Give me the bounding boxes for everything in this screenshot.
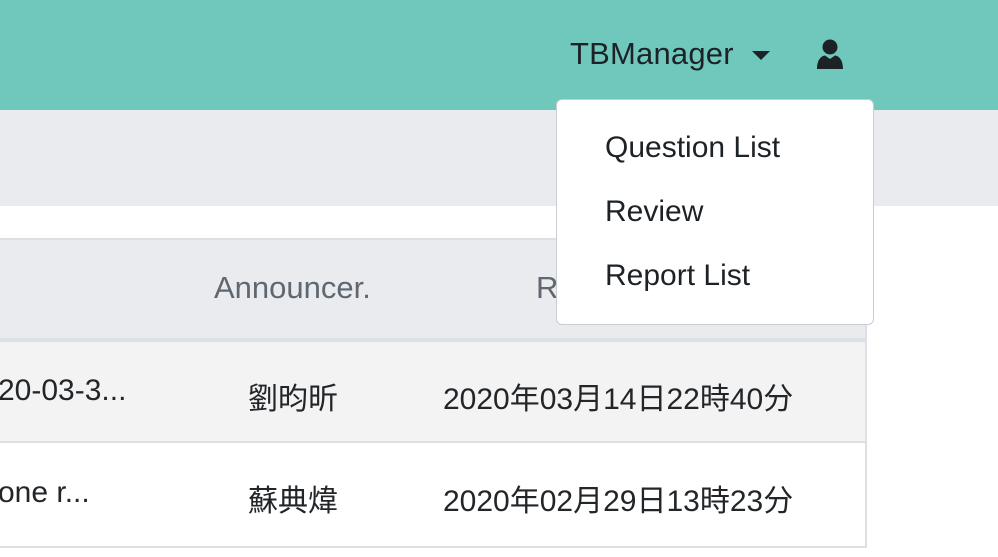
cell-announcer: 劉昀昕 bbox=[248, 383, 338, 416]
cell-title: 20-03-3... bbox=[0, 374, 127, 407]
table-row[interactable]: 20-03-3... 劉昀昕 2020年03月14日22時40分 bbox=[0, 342, 865, 443]
menu-item-report-list[interactable]: Report List bbox=[605, 259, 750, 293]
menu-item-question-list[interactable]: Question List bbox=[605, 131, 780, 165]
table-row[interactable]: one r... 蘇典煒 2020年02月29日13時23分 bbox=[0, 444, 865, 545]
caret-down-icon bbox=[751, 50, 770, 60]
cell-announcer: 蘇典煒 bbox=[248, 485, 338, 518]
cell-datetime: 2020年03月14日22時40分 bbox=[443, 383, 794, 416]
top-navbar: TBManager bbox=[0, 0, 998, 110]
user-icon[interactable] bbox=[816, 38, 844, 70]
column-header-announcer[interactable]: Announcer. bbox=[214, 270, 371, 306]
user-dropdown-menu: Question List Review Report List bbox=[556, 99, 874, 325]
cell-datetime: 2020年02月29日13時23分 bbox=[443, 485, 794, 518]
user-menu-label: TBManager bbox=[570, 36, 734, 71]
cell-title: one r... bbox=[0, 476, 90, 509]
user-menu-toggle[interactable]: TBManager bbox=[570, 32, 770, 76]
menu-item-review[interactable]: Review bbox=[605, 195, 703, 229]
